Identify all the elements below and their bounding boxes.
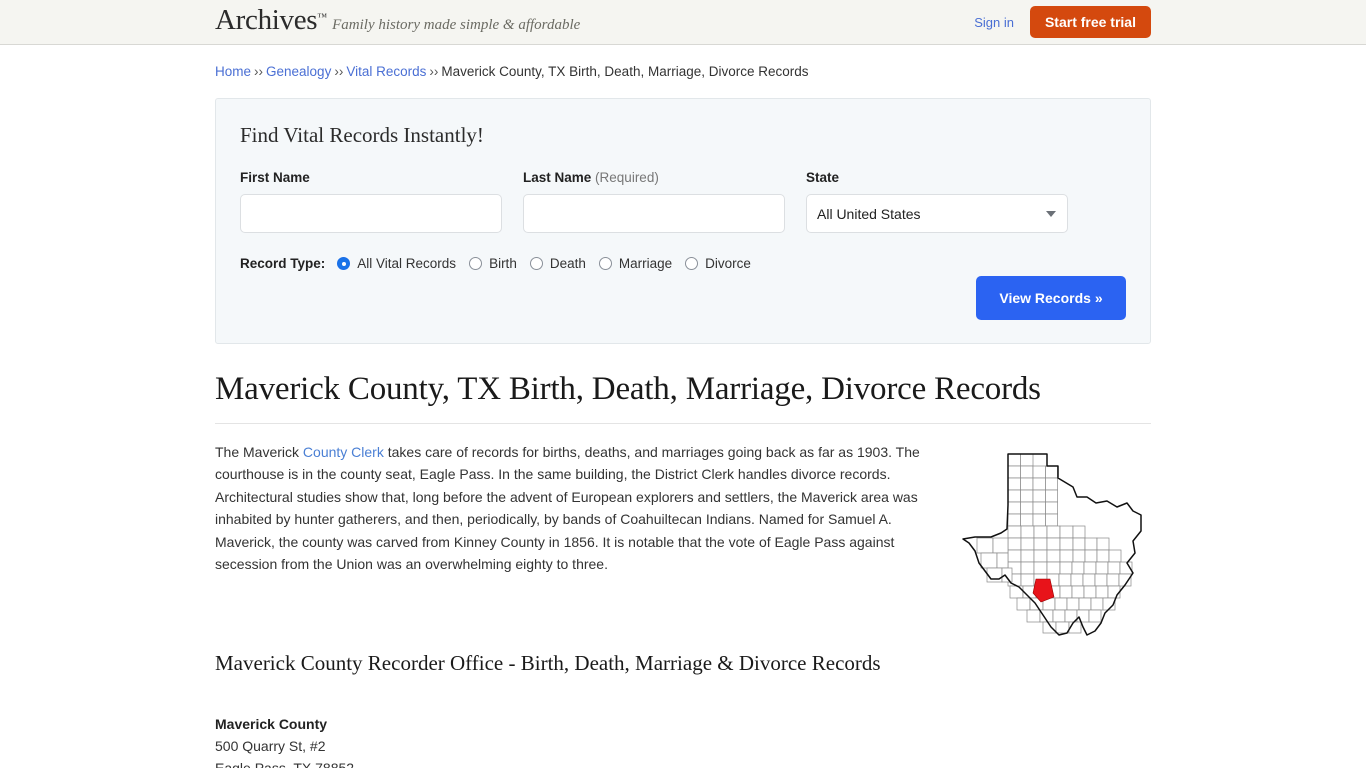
radio-label-divorce: Divorce xyxy=(705,256,751,271)
recorder-office-details: Maverick County 500 Quarry St, #2 Eagle … xyxy=(215,713,445,768)
state-select-wrapper: All United States xyxy=(806,194,1068,233)
state-select[interactable]: All United States xyxy=(806,194,1068,233)
radio-divorce[interactable]: Divorce xyxy=(685,256,751,271)
radio-label-all-vital-records: All Vital Records xyxy=(357,256,457,271)
last-name-label-text: Last Name xyxy=(523,170,592,185)
header-actions: Sign in Start free trial xyxy=(974,0,1151,44)
content-row: The Maverick County Clerk takes care of … xyxy=(215,441,1151,645)
state-label-text: State xyxy=(806,170,840,185)
radio-icon-unselected[interactable] xyxy=(598,257,612,270)
county-clerk-link[interactable]: County Clerk xyxy=(303,444,384,460)
recorder-office-heading: Maverick County Recorder Office - Birth,… xyxy=(215,651,881,675)
office-city-state-zip: Eagle Pass, TX 78852 xyxy=(215,760,355,768)
state-field-group: State All United States xyxy=(806,170,1068,233)
breadcrumb-separator: ›› xyxy=(429,64,439,79)
office-name: Maverick County xyxy=(215,716,328,732)
first-name-label-text: First Name xyxy=(240,170,310,185)
texas-county-map xyxy=(955,441,1151,645)
start-free-trial-button[interactable]: Start free trial xyxy=(1029,6,1151,38)
vital-records-search-panel: Find Vital Records Instantly! First Name… xyxy=(215,98,1151,344)
breadcrumb-separator: ›› xyxy=(334,64,344,79)
description-part-1: The Maverick xyxy=(215,443,303,460)
search-panel-title: Find Vital Records Instantly! xyxy=(240,123,484,147)
map-of-texas-svg xyxy=(962,453,1142,636)
breadcrumb-current: Maverick County, TX Birth, Death, Marria… xyxy=(441,64,809,79)
radio-icon-unselected[interactable] xyxy=(685,257,699,270)
header-inner: Archives ™ Family history made simple & a… xyxy=(215,0,1151,44)
description-part-2: takes care of records for births, deaths… xyxy=(215,443,920,573)
last-name-input[interactable] xyxy=(523,194,785,233)
state-selected-value: All United States xyxy=(817,205,921,222)
record-type-row: Record Type: All Vital Records Birth Dea… xyxy=(240,256,1126,271)
state-label: State xyxy=(806,170,1068,185)
brand-name: Archives xyxy=(215,4,318,36)
sign-in-link[interactable]: Sign in xyxy=(974,15,1014,30)
page-container: Home ›› Genealogy ›› Vital Records ›› Maverick… xyxy=(215,45,1151,768)
radio-icon-unselected[interactable] xyxy=(529,257,543,270)
last-name-required-note: (Required) xyxy=(595,170,659,185)
last-name-label: Last Name (Required) xyxy=(523,170,785,185)
first-name-label: First Name xyxy=(240,170,502,185)
breadcrumb-item-vital-records[interactable]: Vital Records xyxy=(346,64,426,79)
radio-marriage[interactable]: Marriage xyxy=(598,256,673,271)
page-title: Maverick County, TX Birth, Death, Marria… xyxy=(215,371,1041,407)
title-divider xyxy=(215,422,1151,424)
breadcrumb-item-home[interactable]: Home xyxy=(215,64,251,79)
breadcrumb-item-genealogy[interactable]: Genealogy xyxy=(266,64,331,79)
site-logo[interactable]: Archives ™ Family history made simple & a… xyxy=(215,6,580,35)
county-description: The Maverick County Clerk takes care of … xyxy=(215,441,927,645)
radio-icon-selected[interactable] xyxy=(337,257,351,270)
radio-all-vital-records[interactable]: All Vital Records xyxy=(337,256,456,271)
trademark-mark: ™ xyxy=(317,12,328,23)
radio-icon-unselected[interactable] xyxy=(469,257,483,270)
first-name-field-group: First Name xyxy=(240,170,502,233)
site-header: Archives ™ Family history made simple & a… xyxy=(0,0,1366,45)
brand-tagline: Family history made simple & affordable xyxy=(332,17,581,33)
breadcrumb-separator: ›› xyxy=(254,64,264,79)
office-street: 500 Quarry St, #2 xyxy=(215,738,326,754)
breadcrumb: Home ›› Genealogy ›› Vital Records ›› Maverick… xyxy=(215,45,1151,81)
last-name-field-group: Last Name (Required) xyxy=(523,170,785,233)
view-records-button[interactable]: View Records » xyxy=(976,276,1126,320)
radio-label-death: Death xyxy=(549,256,586,271)
radio-label-marriage: Marriage xyxy=(618,256,673,271)
radio-label-birth: Birth xyxy=(489,256,517,271)
radio-birth[interactable]: Birth xyxy=(469,256,517,271)
radio-death[interactable]: Death xyxy=(529,256,586,271)
first-name-input[interactable] xyxy=(240,194,502,233)
search-fields-row: First Name Last Name (Required) State Al… xyxy=(240,170,1126,233)
record-type-label: Record Type: xyxy=(240,256,326,271)
